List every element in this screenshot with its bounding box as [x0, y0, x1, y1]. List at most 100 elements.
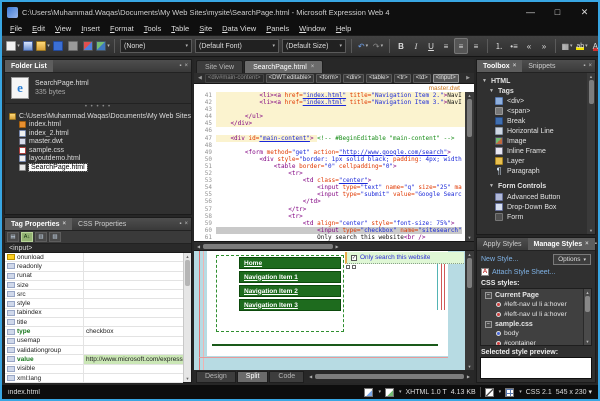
code-line[interactable]: 52 <tr> [194, 170, 465, 177]
code-line[interactable]: 54 <input type="text" name="q" size="25"… [194, 184, 465, 191]
insert-image-button[interactable]: ▾ [96, 38, 110, 54]
code-line[interactable]: 42 <li><a href="index.html" title="Navig… [194, 99, 465, 106]
property-row[interactable]: visible [5, 365, 183, 374]
code-line[interactable]: 41 <li><a href="index.html" title="Navig… [194, 92, 465, 99]
site-root[interactable]: C:\Users\Muhammad.Waqas\Documents\My Web… [9, 112, 191, 121]
toolbox-item[interactable]: Drop-Down Box [482, 202, 587, 212]
bullet-list-button[interactable]: •≡ [507, 38, 521, 54]
tag-chip[interactable]: <tr> [394, 74, 411, 83]
options-button[interactable]: Options▾ [553, 254, 591, 265]
property-row[interactable]: xml:lang [5, 374, 183, 383]
view-tab-code[interactable]: Code [269, 371, 304, 383]
toolbox-group-form-controls[interactable]: ▼Form Controls [482, 180, 587, 192]
property-value[interactable] [83, 374, 183, 382]
style-rule[interactable]: #left-nav ul li a:hover [481, 300, 583, 310]
toolbox-item[interactable]: Layer [482, 156, 587, 166]
toolbox-item[interactable]: Advanced Button [482, 192, 587, 202]
tab-toolbox[interactable]: Toolbox× [477, 60, 522, 72]
toolbox-item[interactable]: Inline Frame [482, 146, 587, 156]
view-tab-split[interactable]: Split [237, 371, 269, 383]
property-row[interactable]: valuehttp://www.microsoft.com/expression [5, 355, 183, 364]
indent-button[interactable]: » [537, 38, 551, 54]
pin-icon[interactable]: ▪ [179, 63, 181, 69]
design-horizontal-scrollbar[interactable]: ◀▶ [305, 374, 474, 379]
toolbox-group-html[interactable]: ▼HTML [482, 76, 587, 86]
property-row[interactable]: title [5, 318, 183, 327]
print-button[interactable] [66, 38, 80, 54]
code-line[interactable]: 44 </ul> [194, 113, 465, 120]
code-line[interactable]: 51 <table border="0" cellpadding="0"> [194, 163, 465, 170]
tag-chip[interactable]: <form> [316, 74, 341, 83]
borders-button[interactable]: ▦▾ [560, 38, 574, 54]
style-rule[interactable]: #container [481, 339, 583, 347]
view-tab-design[interactable]: Design [196, 371, 236, 383]
tab-snippets[interactable]: Snippets [522, 60, 561, 72]
toolbox-item[interactable]: <div> [482, 96, 587, 106]
open-folder-button[interactable]: ▾ [36, 38, 50, 54]
undo-button[interactable]: ↶▾ [356, 38, 370, 54]
scroll-right-icon[interactable]: ▶ [465, 75, 471, 81]
menu-tools[interactable]: Tools [139, 24, 167, 33]
align-right-button[interactable]: ≡ [469, 38, 483, 54]
scrollbar[interactable]: ▲▼ [583, 289, 591, 345]
code-line[interactable]: 57 </tr> [194, 206, 465, 213]
menu-window[interactable]: Window [294, 24, 331, 33]
highlight-button[interactable]: ab▾ [575, 38, 589, 54]
code-line[interactable]: 45 </div> [194, 120, 465, 127]
nav-button[interactable]: Navigation Item 3 [239, 299, 341, 311]
menu-insert[interactable]: Insert [76, 24, 105, 33]
scrollbar[interactable]: ▲▼ [183, 253, 191, 382]
menu-site[interactable]: Site [194, 24, 217, 33]
property-row[interactable]: src [5, 290, 183, 299]
tab-apply-styles[interactable]: Apply Styles [477, 238, 528, 250]
tag-chip[interactable]: <td> [413, 74, 431, 83]
pin-icon[interactable]: ▪ [179, 221, 181, 227]
toolbox-item[interactable]: Horizontal Line [482, 126, 587, 136]
property-row[interactable]: usemap [5, 337, 183, 346]
underline-button[interactable]: U [424, 38, 438, 54]
file-item[interactable]: index_2.html [9, 129, 191, 138]
visual-aids-icon[interactable] [485, 388, 494, 397]
close-button[interactable]: ✕ [571, 2, 598, 22]
property-row[interactable]: runat [5, 272, 183, 281]
tag-chip[interactable]: <div#main-content> [205, 74, 264, 83]
code-line[interactable]: 50 <div style="border: 1px solid black; … [194, 156, 465, 163]
file-item[interactable]: SearchPage.html [9, 163, 191, 172]
size-dropdown[interactable]: (Default Size)▾ [282, 39, 346, 53]
selection-handle[interactable] [346, 265, 350, 269]
search-checkbox-region[interactable]: ✓ Only search this website [345, 252, 464, 264]
property-value[interactable] [83, 253, 183, 261]
open-page-button[interactable] [21, 38, 35, 54]
code-line[interactable]: 46 [194, 127, 465, 134]
tag-chip[interactable]: <DWT:editable> [266, 74, 315, 83]
property-row[interactable]: validationgroup [5, 346, 183, 355]
set-properties-first-icon[interactable]: ▥ [35, 232, 47, 242]
selection-handle[interactable] [352, 265, 356, 269]
close-icon[interactable]: × [588, 63, 592, 69]
toolbox-item[interactable]: Image [482, 136, 587, 146]
tab-site-view[interactable]: Site View [196, 60, 243, 73]
design-page-icon[interactable] [385, 388, 394, 397]
property-value[interactable]: http://www.microsoft.com/expression [83, 355, 183, 363]
property-value[interactable] [83, 309, 183, 317]
property-value[interactable] [83, 365, 183, 373]
font-dropdown[interactable]: (Default Font)▾ [195, 39, 279, 53]
close-icon[interactable]: × [184, 63, 188, 69]
menu-format[interactable]: Format [105, 24, 139, 33]
close-icon[interactable]: × [63, 221, 67, 227]
close-icon[interactable]: × [184, 221, 188, 227]
summary-icon[interactable]: ▨ [49, 232, 61, 242]
property-value[interactable]: checkbox [83, 327, 183, 335]
new-style-link[interactable]: New Style... [481, 256, 518, 263]
doctype-label[interactable]: XHTML 1.0 T [406, 389, 447, 396]
scroll-left-icon[interactable]: ◀ [197, 75, 203, 81]
style-rule[interactable]: body [481, 329, 583, 339]
file-item[interactable]: master.dwt [9, 138, 191, 147]
scrollbar[interactable]: ▲▼ [465, 251, 474, 370]
code-editor[interactable]: 41 <li><a href="index.html" title="Navig… [194, 92, 465, 241]
property-row[interactable]: tabindex [5, 309, 183, 318]
style-group[interactable]: −Current Page [481, 290, 583, 300]
code-page-icon[interactable] [364, 388, 373, 397]
menu-file[interactable]: File [5, 24, 27, 33]
outdent-button[interactable]: « [522, 38, 536, 54]
